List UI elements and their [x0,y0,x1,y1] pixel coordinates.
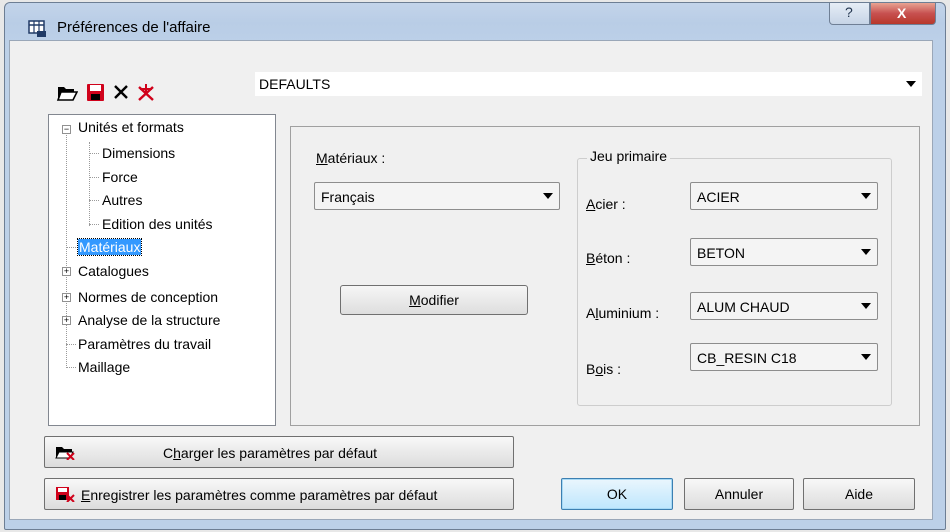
chevron-down-icon [861,354,871,360]
modify-button[interactable]: Modifier [340,285,528,315]
tree-item-force[interactable]: Force [102,169,138,185]
steel-value: ACIER [697,189,740,205]
chevron-down-icon [861,249,871,255]
expand-icon[interactable]: + [62,267,71,276]
steel-label: Acier : [586,196,626,212]
tree-item-edition-des-unites[interactable]: Edition des unités [102,216,213,232]
tree-connector [66,247,76,248]
materials-label: Matériaux : [316,150,386,166]
aluminium-select[interactable]: ALUM CHAUD [690,292,878,320]
steel-select[interactable]: ACIER [690,182,878,210]
close-button[interactable]: X [870,3,936,25]
help-title-button[interactable]: ? [829,3,870,25]
modify-button-label: Modifier [409,292,459,308]
concrete-label: Béton : [586,250,631,266]
folder-star-icon [55,444,75,463]
tree-item-maillage[interactable]: Maillage [78,359,130,375]
wood-value: CB_RESIN C18 [697,350,797,366]
tree-item-analyse-de-la-structure[interactable]: Analyse de la structure [78,312,220,328]
tree-connector [66,344,76,345]
tree-item-autres[interactable]: Autres [102,192,142,208]
save-defaults-label: Enregistrer les paramètres comme paramèt… [81,487,438,503]
cancel-label: Annuler [714,486,764,502]
load-defaults-label: Charger les paramètres par défaut [163,445,378,461]
save-star-icon [55,486,75,505]
ok-button[interactable]: OK [561,478,673,510]
collapse-icon[interactable]: − [62,125,71,134]
tree-item-unites-et-formats[interactable]: Unités et formats [78,119,184,135]
load-defaults-button[interactable]: Charger les paramètres par défaut [44,436,514,468]
tree-connector [89,200,99,201]
tree-item-catalogues[interactable]: Catalogues [78,263,149,279]
concrete-value: BETON [697,245,745,261]
materials-select[interactable]: Français [314,182,560,210]
materials-value: Français [321,189,375,205]
tree-connector [89,177,99,178]
question-icon: ? [845,4,853,20]
chevron-down-icon [861,303,871,309]
tree-item-materiaux[interactable]: Matériaux [76,238,143,256]
help-button[interactable]: Aide [803,478,915,510]
open-folder-icon[interactable] [56,82,79,104]
tree-connector [66,132,67,368]
chevron-down-icon [543,193,553,199]
tree-item-parametres-du-travail[interactable]: Paramètres du travail [78,336,211,352]
save-defaults-button[interactable]: Enregistrer les paramètres comme paramèt… [44,478,514,510]
app-grid-icon [28,20,46,37]
tree-connector [89,142,90,226]
expand-icon[interactable]: + [62,293,71,302]
preset-value: DEFAULTS [259,76,331,92]
save-icon[interactable] [85,82,107,104]
close-icon: X [897,5,907,21]
primary-set-title: Jeu primaire [587,148,671,164]
tree-connector [89,153,99,154]
delete-all-icon[interactable] [135,82,157,104]
delete-icon[interactable] [110,82,132,104]
tree-item-normes-de-conception[interactable]: Normes de conception [78,289,218,305]
tree-item-dimensions[interactable]: Dimensions [102,145,175,161]
chevron-down-icon [861,193,871,199]
tree-connector [89,224,99,225]
aluminium-value: ALUM CHAUD [697,299,790,315]
chevron-down-icon [906,81,916,87]
wood-select[interactable]: CB_RESIN C18 [690,343,878,371]
preset-select[interactable]: DEFAULTS [255,72,922,96]
wood-label: Bois : [586,361,622,377]
window-title: Préférences de l'affaire [57,19,211,36]
ok-label: OK [606,486,628,502]
cancel-button[interactable]: Annuler [684,478,794,510]
expand-icon[interactable]: + [62,316,71,325]
help-label: Aide [844,486,874,502]
aluminium-label: Aluminium : [586,305,660,321]
tree-connector [66,367,76,368]
concrete-select[interactable]: BETON [690,238,878,266]
